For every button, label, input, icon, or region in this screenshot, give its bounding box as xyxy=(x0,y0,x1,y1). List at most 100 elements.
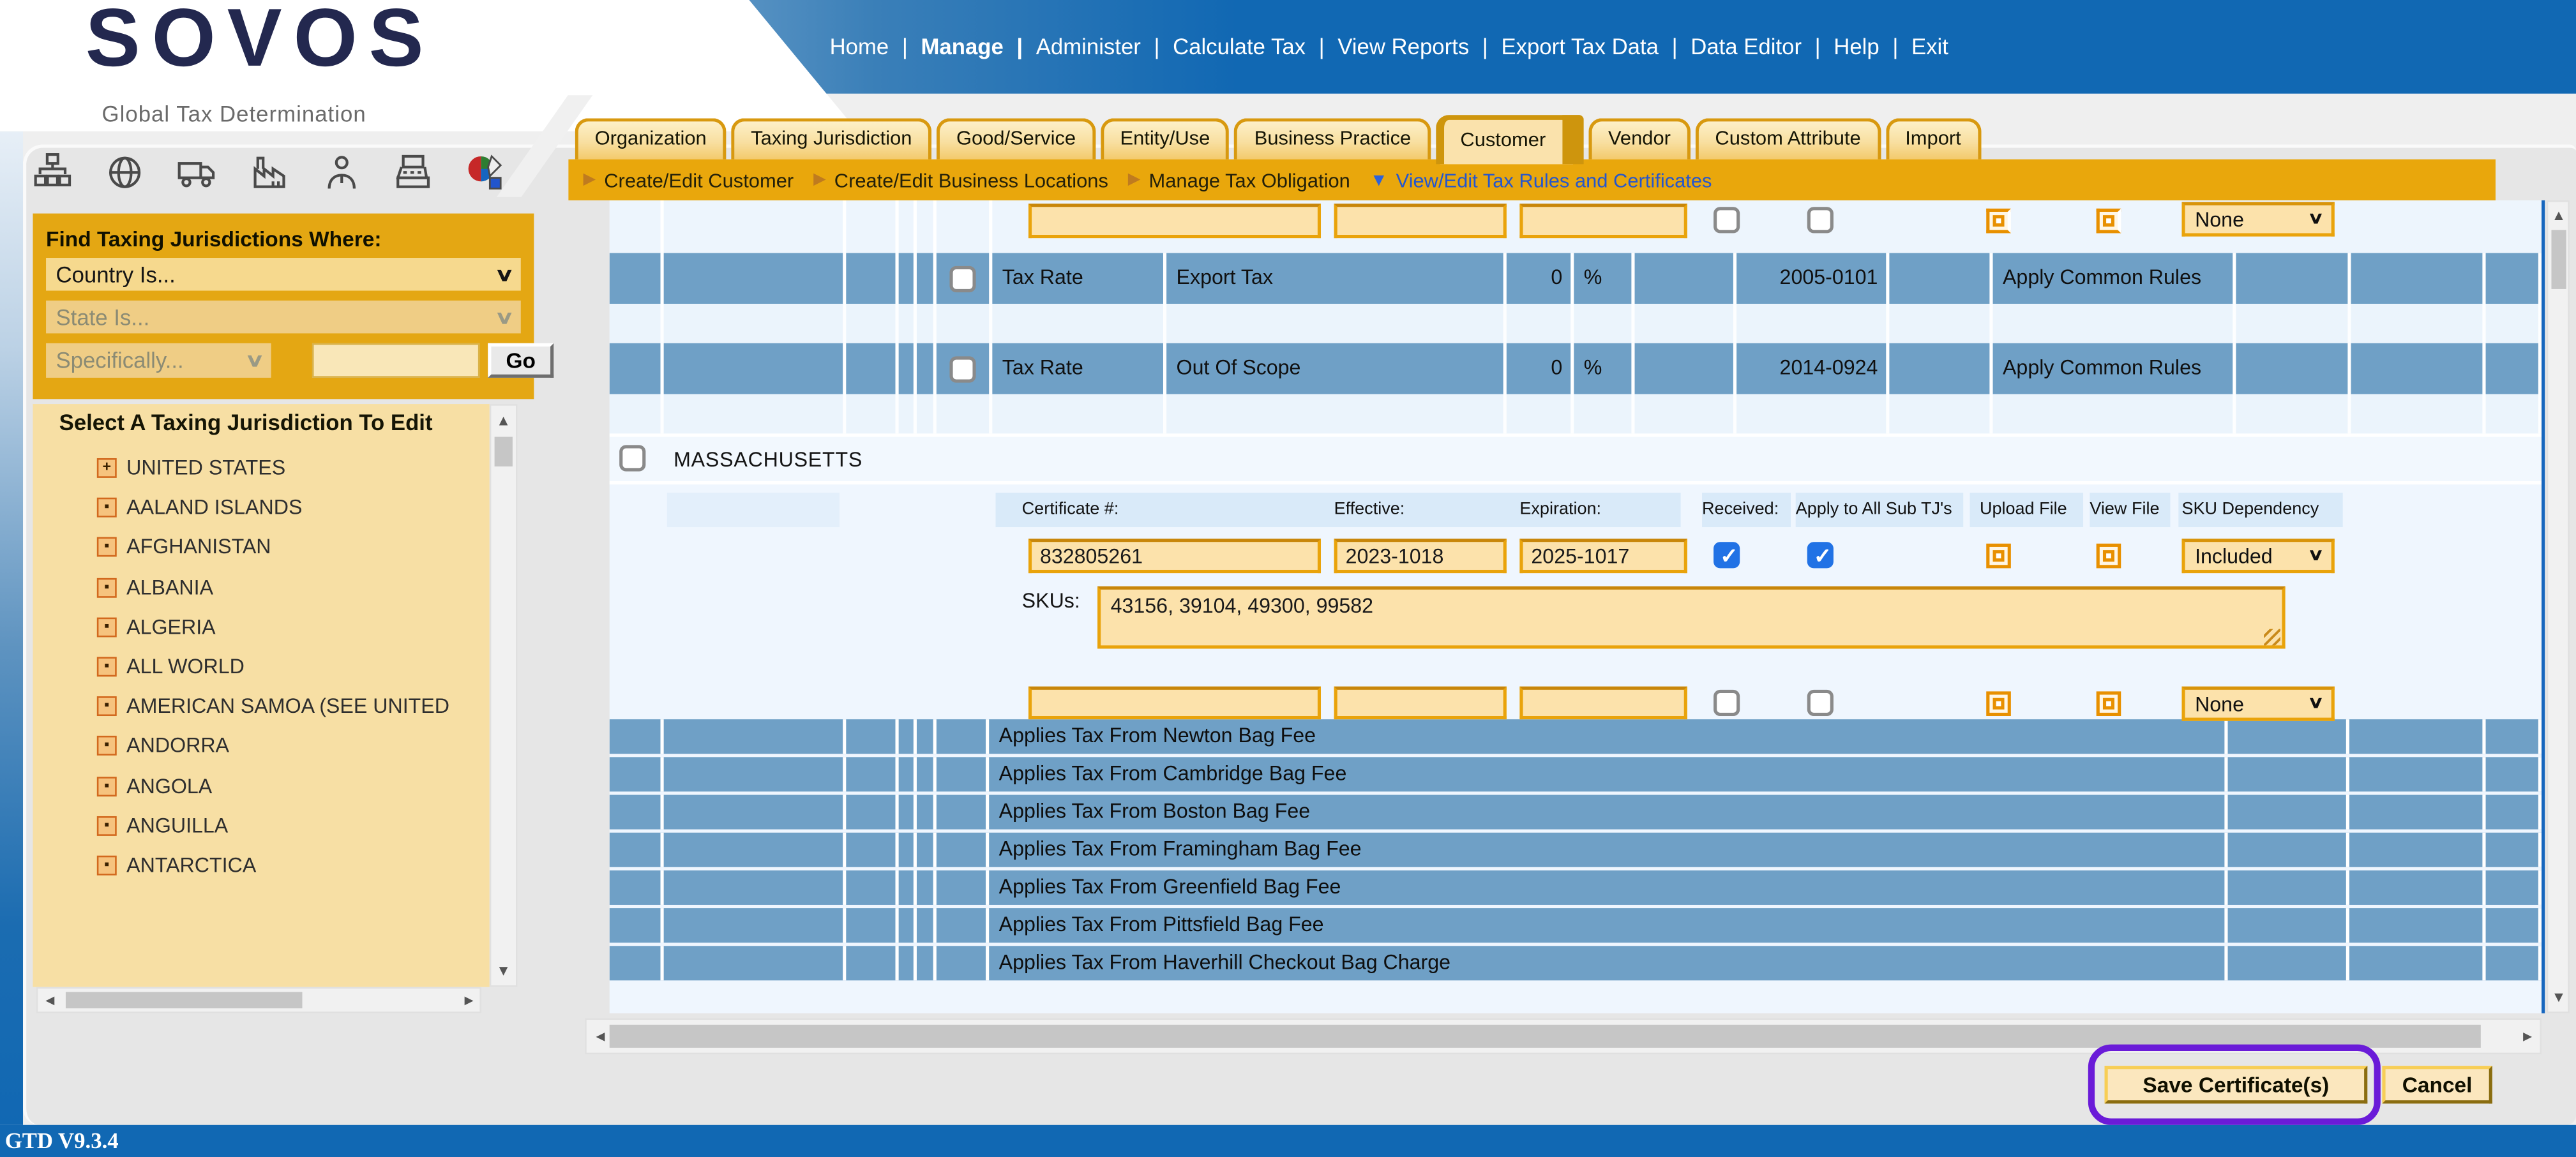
jurisdiction-checkbox[interactable] xyxy=(619,445,645,471)
expiration-date-input[interactable] xyxy=(1519,687,1687,719)
scroll-thumb[interactable] xyxy=(495,437,513,467)
menu-item[interactable]: Home | xyxy=(830,34,908,59)
jurisdiction-hscrollbar[interactable]: ◄ ► xyxy=(36,987,481,1013)
specific-search-input[interactable] xyxy=(312,343,479,378)
jurisdiction-item[interactable]: ▪ ALBANIA xyxy=(33,572,489,605)
jurisdiction-item[interactable]: ▪ ANTARCTICA xyxy=(33,851,489,883)
specifically-select[interactable]: Specifically... ∨ xyxy=(46,343,271,378)
tree-expand-icon[interactable]: ▪ xyxy=(97,657,117,676)
scroll-thumb[interactable] xyxy=(2551,230,2566,289)
certificate-number-input[interactable] xyxy=(1028,687,1321,719)
factory-icon[interactable] xyxy=(250,153,289,192)
effective-date-input[interactable] xyxy=(1334,539,1507,573)
jurisdiction-item[interactable]: ▪ AALAND ISLANDS xyxy=(33,493,489,526)
jurisdiction-item[interactable]: ▪ AMERICAN SAMOA (SEE UNITED xyxy=(33,692,489,724)
scroll-up-arrow[interactable]: ▲ xyxy=(496,414,511,428)
tree-expand-icon[interactable]: ▪ xyxy=(97,578,117,597)
person-icon[interactable] xyxy=(322,153,361,192)
row-select-checkbox[interactable] xyxy=(949,265,975,292)
truck-icon[interactable] xyxy=(177,153,217,192)
tree-expand-icon[interactable]: + xyxy=(97,458,117,478)
expiration-date-input[interactable] xyxy=(1519,539,1687,573)
tab[interactable]: Business Practice xyxy=(1235,118,1431,159)
jurisdiction-item[interactable]: ▪ ANGUILLA xyxy=(33,810,489,843)
menu-item[interactable]: Data Editor | xyxy=(1691,34,1820,59)
save-certificates-button[interactable]: Save Certificate(s) xyxy=(2105,1066,2368,1103)
menu-item[interactable]: Manage | xyxy=(921,34,1023,59)
tree-expand-icon[interactable]: ▪ xyxy=(97,816,117,835)
breadcrumb-step[interactable]: ▼ View/Edit Tax Rules and Certificates xyxy=(1370,168,1712,191)
view-file-icon[interactable] xyxy=(2097,209,2121,234)
tree-expand-icon[interactable]: ▪ xyxy=(97,537,117,557)
menu-item[interactable]: Help | xyxy=(1834,34,1898,59)
tab[interactable]: Good/Service xyxy=(937,118,1096,159)
jurisdiction-item[interactable]: ▪ ALGERIA xyxy=(33,612,489,645)
scroll-thumb[interactable] xyxy=(610,1025,2481,1048)
scroll-right-arrow[interactable]: ► xyxy=(2520,1030,2535,1045)
scroll-down-arrow[interactable]: ▼ xyxy=(496,964,511,979)
tab[interactable]: Customer xyxy=(1436,115,1584,164)
main-hscrollbar[interactable]: ◄ ► xyxy=(585,1019,2542,1055)
apply-all-checkbox[interactable] xyxy=(1807,207,1834,233)
jurisdiction-item[interactable]: ▪ ANDORRA xyxy=(33,731,489,764)
breadcrumb-step[interactable]: ▶ Manage Tax Obligation xyxy=(1128,168,1350,191)
tree-expand-icon[interactable]: ▪ xyxy=(97,855,117,875)
jurisdiction-item[interactable]: ▪ AFGHANISTAN xyxy=(33,533,489,565)
tree-expand-icon[interactable]: ▪ xyxy=(97,776,117,796)
jurisdiction-item[interactable]: ▪ ALL WORLD xyxy=(33,652,489,684)
scroll-down-arrow[interactable]: ▼ xyxy=(2551,990,2566,1005)
view-file-icon[interactable] xyxy=(2097,544,2121,569)
upload-file-icon[interactable] xyxy=(1986,544,2011,569)
upload-file-icon[interactable] xyxy=(1986,691,2011,716)
view-file-icon[interactable] xyxy=(2097,691,2121,716)
certificate-number-input[interactable] xyxy=(1028,204,1321,238)
sku-dependency-select[interactable]: Included ∨ xyxy=(2181,539,2334,573)
jurisdiction-vscrollbar[interactable]: ▲ ▼ xyxy=(490,404,518,987)
tab[interactable]: Entity/Use xyxy=(1101,118,1230,159)
tab[interactable]: Vendor xyxy=(1588,118,1691,159)
tree-expand-icon[interactable]: ▪ xyxy=(97,696,117,716)
menu-item[interactable]: View Reports | xyxy=(1337,34,1488,59)
skus-textarea[interactable]: 43156, 39104, 49300, 99582 xyxy=(1097,586,2286,649)
row-select-checkbox[interactable] xyxy=(949,355,975,382)
received-checkbox[interactable] xyxy=(1714,690,1740,716)
menu-item[interactable]: Administer | xyxy=(1036,34,1160,59)
scroll-up-arrow[interactable]: ▲ xyxy=(2551,209,2566,223)
main-vscrollbar[interactable]: ▲ ▼ xyxy=(2547,200,2570,1013)
scroll-left-arrow[interactable]: ◄ xyxy=(43,994,57,1008)
tree-expand-icon[interactable]: ▪ xyxy=(97,498,117,518)
effective-date-input[interactable] xyxy=(1334,204,1507,238)
globe-icon[interactable] xyxy=(105,153,145,192)
go-button[interactable]: Go xyxy=(488,343,554,378)
received-checkbox[interactable] xyxy=(1714,207,1740,233)
effective-date-input[interactable] xyxy=(1334,687,1507,719)
scroll-right-arrow[interactable]: ► xyxy=(462,994,476,1008)
apply-all-checkbox[interactable] xyxy=(1807,690,1834,716)
sku-dependency-select[interactable]: None ∨ xyxy=(2181,202,2334,237)
menu-item[interactable]: Calculate Tax | xyxy=(1173,34,1325,59)
tree-expand-icon[interactable]: ▪ xyxy=(97,617,117,637)
certificate-number-input[interactable] xyxy=(1028,539,1321,573)
scroll-thumb[interactable] xyxy=(66,992,303,1008)
sitemap-icon[interactable] xyxy=(33,153,72,192)
state-select[interactable]: State Is... ∨ xyxy=(46,301,521,333)
chart-pen-icon[interactable] xyxy=(467,153,506,192)
upload-file-icon[interactable] xyxy=(1986,209,2011,234)
resize-grip-icon[interactable] xyxy=(2264,629,2280,646)
scroll-left-arrow[interactable]: ◄ xyxy=(593,1030,608,1045)
tab[interactable]: Import xyxy=(1885,118,1980,159)
menu-item[interactable]: Export Tax Data | xyxy=(1501,34,1677,59)
cancel-button[interactable]: Cancel xyxy=(2382,1066,2492,1103)
tree-expand-icon[interactable]: ▪ xyxy=(97,736,117,756)
tab[interactable]: Custom Attribute xyxy=(1696,118,1881,159)
menu-item[interactable]: Exit | xyxy=(1911,34,1948,59)
jurisdiction-item[interactable]: + UNITED STATES xyxy=(33,453,489,486)
sku-dependency-select[interactable]: None ∨ xyxy=(2181,687,2334,721)
received-checkbox[interactable] xyxy=(1714,542,1740,568)
breadcrumb-step[interactable]: ▶ Create/Edit Customer xyxy=(584,168,794,191)
register-icon[interactable] xyxy=(395,153,434,192)
jurisdiction-item[interactable]: ▪ ANGOLA xyxy=(33,771,489,803)
apply-all-checkbox[interactable] xyxy=(1807,542,1834,568)
tab[interactable]: Organization xyxy=(575,118,727,159)
breadcrumb-step[interactable]: ▶ Create/Edit Business Locations xyxy=(813,168,1108,191)
